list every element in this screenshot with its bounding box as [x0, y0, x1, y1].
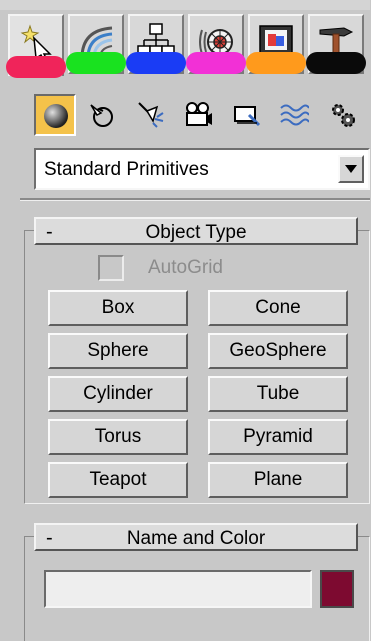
tube-button[interactable]: Tube [208, 376, 348, 412]
tab-motion[interactable] [186, 14, 246, 74]
subtab-geometry[interactable] [34, 94, 76, 136]
subtab-shapes[interactable] [82, 94, 124, 136]
tab-utilities[interactable] [306, 14, 366, 74]
object-name-input[interactable] [44, 570, 312, 608]
autogrid-label: AutoGrid [148, 257, 223, 278]
sphere-icon [44, 104, 68, 128]
subtab-systems[interactable] [322, 94, 364, 136]
create-color-bar [6, 56, 66, 78]
tab-modify[interactable] [66, 14, 126, 74]
category-dropdown-value: Standard Primitives [44, 159, 209, 180]
panel-top-edge [0, 0, 370, 10]
object-type-title: Object Type [145, 222, 247, 243]
cylinder-button[interactable]: Cylinder [48, 376, 188, 412]
separator [20, 198, 370, 201]
tab-create[interactable] [6, 14, 66, 78]
utilities-color-bar [306, 52, 366, 74]
shapes-icon [90, 104, 113, 127]
subtab-cameras[interactable] [178, 94, 220, 136]
camera-icon [186, 102, 212, 126]
display-color-bar [246, 52, 306, 74]
cone-button[interactable]: Cone [208, 290, 348, 326]
box-button[interactable]: Box [48, 290, 188, 326]
systems-gear-icon [332, 104, 355, 127]
hierarchy-color-bar [126, 52, 186, 74]
subtab-space-warps[interactable] [274, 94, 316, 136]
subtab-lights[interactable] [130, 94, 172, 136]
panel-right-edge [371, 0, 377, 641]
motion-color-bar [186, 52, 246, 74]
geosphere-button[interactable]: GeoSphere [208, 333, 348, 369]
tab-hierarchy[interactable] [126, 14, 186, 74]
helpers-icon [234, 106, 261, 127]
dropdown-arrow-button[interactable] [338, 155, 364, 183]
lights-icon [138, 102, 164, 128]
object-color-swatch[interactable] [320, 570, 354, 608]
command-panel-tabs [6, 14, 370, 78]
command-panel: Standard Primitives - Object Type AutoGr… [0, 0, 377, 641]
object-type-header[interactable]: - Object Type [34, 217, 358, 245]
tab-display[interactable] [246, 14, 306, 74]
name-and-color-header[interactable]: - Name and Color [34, 523, 358, 551]
pyramid-button[interactable]: Pyramid [208, 419, 348, 455]
teapot-button[interactable]: Teapot [48, 462, 188, 498]
torus-button[interactable]: Torus [48, 419, 188, 455]
space-warps-icon [280, 104, 309, 126]
sphere-button[interactable]: Sphere [48, 333, 188, 369]
chevron-down-icon [345, 165, 357, 173]
name-and-color-title: Name and Color [126, 528, 266, 549]
category-dropdown[interactable]: Standard Primitives [34, 148, 370, 190]
subtab-helpers[interactable] [226, 94, 268, 136]
autogrid-checkbox[interactable] [98, 255, 124, 281]
create-category-tabs [34, 94, 370, 138]
plane-button[interactable]: Plane [208, 462, 348, 498]
modify-color-bar [66, 52, 126, 74]
